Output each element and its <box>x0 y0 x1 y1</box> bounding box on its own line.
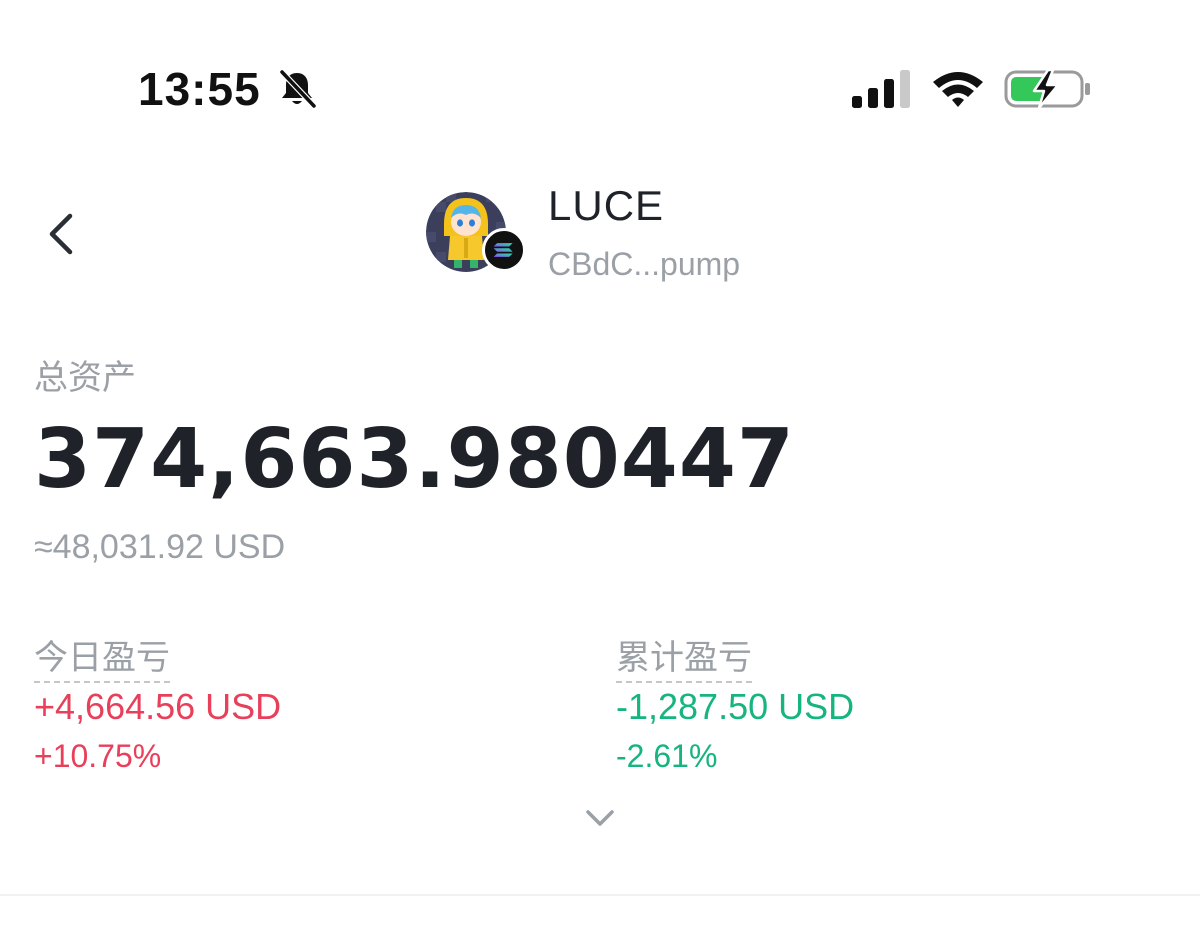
back-button[interactable] <box>40 206 88 262</box>
status-time: 13:55 <box>138 63 261 115</box>
total-assets-label: 总资产 <box>34 358 136 398</box>
bell-off-icon <box>279 69 317 109</box>
token-avatar-group[interactable] <box>426 192 526 274</box>
signal-icon <box>852 70 910 108</box>
cumulative-pnl-label[interactable]: 累计盈亏 <box>616 630 752 683</box>
today-pnl-label[interactable]: 今日盈亏 <box>34 630 170 683</box>
status-bar: 13:55 <box>0 0 1200 180</box>
token-address[interactable]: CBdC...pump <box>548 246 740 283</box>
solana-icon <box>482 228 526 272</box>
today-pnl-percent: +10.75% <box>34 738 162 774</box>
chevron-down-icon[interactable] <box>580 800 620 836</box>
cumulative-pnl-percent: -2.61% <box>616 738 718 774</box>
section-divider <box>0 894 1200 896</box>
token-name: LUCE <box>548 182 665 229</box>
battery-charging-icon <box>1004 68 1090 110</box>
total-assets-amount: 374,663.980447 <box>34 412 795 507</box>
cumulative-pnl-value: -1,287.50 USD <box>616 686 855 727</box>
today-pnl-value: +4,664.56 USD <box>34 686 282 727</box>
total-assets-usd: ≈48,031.92 USD <box>34 528 286 566</box>
wifi-icon <box>933 72 983 107</box>
